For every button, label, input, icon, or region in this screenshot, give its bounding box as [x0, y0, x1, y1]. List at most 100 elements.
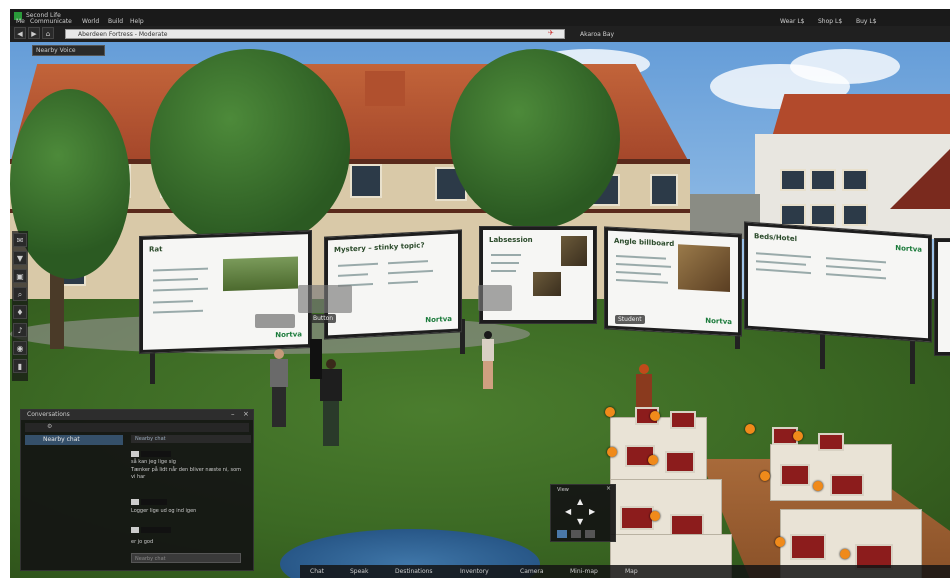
move-right-icon[interactable]: ▶	[589, 507, 595, 516]
move-down-icon[interactable]: ▼	[577, 517, 583, 526]
back-icon[interactable]: ◀	[14, 27, 26, 39]
sit-marker[interactable]	[605, 407, 615, 417]
chat-sender-row	[131, 499, 247, 505]
chat-message: så kan jeg lige sig	[131, 459, 176, 465]
bottom-toolbar: Chat Speak Destinations Inventory Camera…	[300, 565, 950, 578]
chat-icon[interactable]: ✉	[13, 233, 27, 247]
board-post	[820, 329, 825, 369]
sit-marker[interactable]	[607, 447, 617, 457]
nearby-voice-tab[interactable]: Nearby Voice	[32, 45, 105, 56]
tree	[450, 49, 620, 229]
presentation-board-edge	[935, 239, 950, 355]
presentation-board[interactable]: Rat Nortva	[140, 231, 311, 353]
board-photo	[533, 272, 561, 296]
avatar-name-tag: Student	[615, 315, 645, 324]
sit-marker[interactable]	[813, 481, 823, 491]
move-icon[interactable]: ▼	[13, 251, 27, 265]
3d-viewport[interactable]: Rat Nortva Mystery – stinky topic? Nortv…	[10, 9, 950, 578]
shop-button[interactable]: Shop L$	[818, 17, 842, 26]
camera-mode-icon[interactable]	[557, 530, 567, 538]
location-field[interactable]: Aberdeen Fortress - Moderate	[65, 29, 565, 39]
board-logo: Nortva	[895, 244, 922, 254]
home-icon[interactable]: ⌂	[42, 27, 54, 39]
buy-button[interactable]: Buy L$	[856, 17, 877, 26]
chair[interactable]	[818, 433, 844, 451]
avatar[interactable]	[633, 364, 655, 409]
sit-marker[interactable]	[840, 549, 850, 559]
close-icon[interactable]: ×	[606, 485, 611, 492]
board-title: Mystery – stinky topic?	[334, 241, 425, 255]
window	[650, 174, 678, 206]
board-photo	[223, 256, 298, 292]
chair[interactable]	[670, 411, 696, 429]
wear-button[interactable]: Wear L$	[780, 17, 804, 26]
sit-marker[interactable]	[648, 455, 658, 465]
sit-marker[interactable]	[760, 471, 770, 481]
camera-button[interactable]: Camera	[520, 565, 544, 578]
window	[780, 169, 806, 191]
camera-mode-icon[interactable]	[585, 530, 595, 538]
snapshot-icon[interactable]: ◉	[13, 341, 27, 355]
move-left-icon[interactable]: ◀	[565, 507, 571, 516]
conversation-toolbar: ⚙	[25, 423, 249, 432]
avatar-name-tag	[255, 314, 295, 328]
board-logo: Nortva	[425, 314, 452, 325]
move-up-icon[interactable]: ▲	[577, 497, 583, 506]
avatar[interactable]	[480, 331, 496, 391]
map-button[interactable]: Map	[625, 565, 638, 578]
chair[interactable]	[790, 534, 826, 560]
presentation-board[interactable]: Beds/Hotel Nortva	[745, 222, 931, 342]
mini-map-button[interactable]: Mini-map	[570, 565, 598, 578]
options-icon[interactable]: ⚙	[47, 423, 52, 430]
sit-marker[interactable]	[745, 424, 755, 434]
menu-build[interactable]: Build	[108, 17, 123, 26]
minimize-icon[interactable]: –	[231, 410, 235, 418]
tree	[150, 49, 350, 249]
inventory-button[interactable]: Inventory	[460, 565, 489, 578]
menu-me[interactable]: Me	[16, 17, 25, 26]
menu-help[interactable]: Help	[130, 17, 144, 26]
chat-input[interactable]: Nearby chat	[131, 553, 241, 563]
chat-message: Tænker på lidt når den bliver næste ni, …	[131, 467, 241, 480]
menu-communicate[interactable]: Communicate	[30, 17, 72, 26]
board-logo: Nortva	[275, 330, 302, 340]
speak-button[interactable]: Speak	[350, 565, 368, 578]
sit-marker[interactable]	[650, 511, 660, 521]
chair[interactable]	[620, 506, 654, 530]
camera-mode-icon[interactable]	[571, 530, 581, 538]
search-icon[interactable]: ⌕	[13, 287, 27, 301]
menu-bar: Second Life Me Communicate World Build H…	[10, 9, 950, 26]
window	[810, 169, 836, 191]
window	[842, 204, 868, 226]
board-logo: Nortva	[705, 316, 732, 327]
camera-panel-title: View	[557, 487, 569, 493]
places-icon[interactable]: ♦	[13, 305, 27, 319]
avatar[interactable]	[268, 349, 290, 429]
chair[interactable]	[830, 474, 864, 496]
destinations-button[interactable]: Destinations	[395, 565, 433, 578]
tree	[10, 89, 130, 279]
chat-button[interactable]: Chat	[310, 565, 324, 578]
search-field[interactable]: Akaroa Bay	[580, 30, 614, 39]
forward-icon[interactable]: ▶	[28, 27, 40, 39]
sit-marker[interactable]	[650, 411, 660, 421]
close-icon[interactable]: ×	[243, 410, 249, 418]
profile-icon[interactable]: ▮	[13, 359, 27, 373]
menu-world[interactable]: World	[82, 17, 99, 26]
avatar-name-tag	[478, 285, 512, 311]
nearby-chat-tab[interactable]: Nearby chat	[25, 435, 123, 445]
board-title: Beds/Hotel	[754, 232, 797, 244]
sit-marker[interactable]	[793, 431, 803, 441]
avatar[interactable]	[308, 339, 324, 379]
voice-icon[interactable]: ♪	[13, 323, 27, 337]
chair[interactable]	[665, 451, 695, 473]
chair[interactable]	[780, 464, 810, 486]
inventory-icon[interactable]: ▣	[13, 269, 27, 283]
board-photo	[678, 244, 730, 292]
sit-marker[interactable]	[775, 537, 785, 547]
camera-controls-panel: View × ▲ ◀ ▶ ▼	[550, 484, 616, 542]
conversations-panel: Conversations – × ⚙ Nearby chat Nearby c…	[20, 409, 254, 571]
chimney	[365, 71, 405, 106]
panel-header: Conversations – ×	[21, 410, 253, 420]
board-title: Labsession	[489, 236, 533, 244]
